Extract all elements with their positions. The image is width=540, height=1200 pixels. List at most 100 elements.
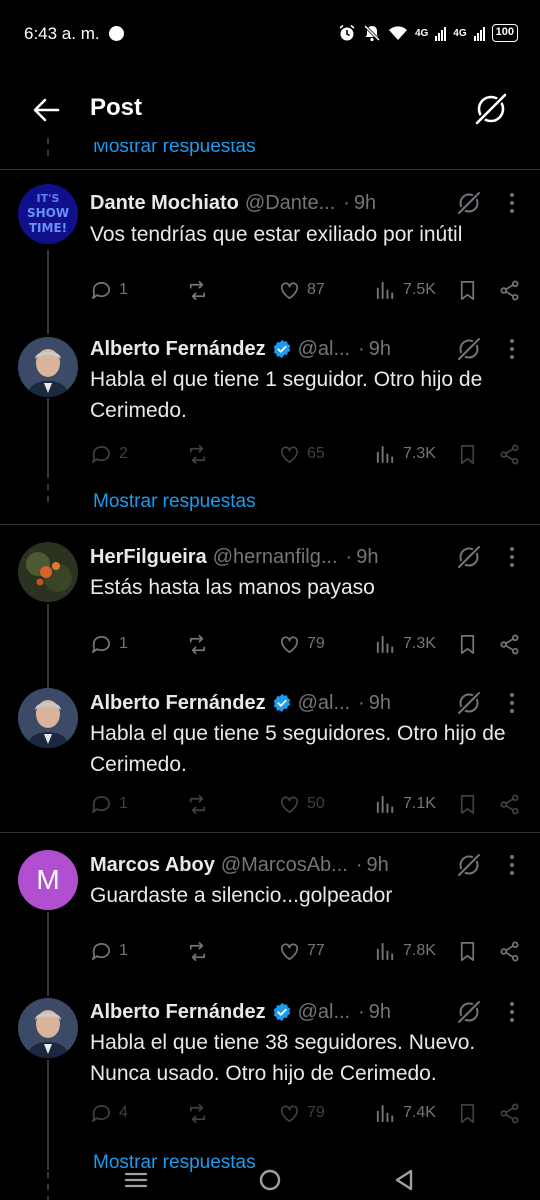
- repost-icon: [189, 444, 206, 464]
- action-bar: 1 79 7.3K: [90, 630, 530, 658]
- like-button[interactable]: 87: [278, 276, 325, 304]
- more-options-icon[interactable]: [508, 192, 516, 214]
- bookmark-button[interactable]: [456, 630, 479, 658]
- timestamp[interactable]: 9h: [369, 1001, 391, 1024]
- reply-icon: [92, 635, 110, 653]
- avatar[interactable]: [18, 542, 78, 602]
- views-button[interactable]: 7.4K: [374, 1099, 436, 1127]
- grok-icon[interactable]: [456, 336, 482, 362]
- reply-count: 1: [119, 281, 128, 298]
- more-options-icon[interactable]: [508, 692, 516, 714]
- grok-icon[interactable]: [456, 999, 482, 1025]
- share-button[interactable]: [498, 790, 521, 818]
- tweet-text: Habla el que tiene 1 seguidor. Otro hijo…: [90, 368, 483, 422]
- app-header: Post: [0, 80, 540, 138]
- grok-icon[interactable]: [456, 544, 482, 570]
- author-name[interactable]: HerFilgueira: [90, 546, 207, 569]
- timestamp[interactable]: 9h: [356, 546, 378, 569]
- network-4g-label: 4G: [414, 27, 429, 39]
- repost-button[interactable]: [186, 440, 209, 468]
- reply-button[interactable]: 4: [90, 1099, 128, 1127]
- timestamp[interactable]: 9h: [367, 854, 389, 877]
- timestamp[interactable]: 9h: [369, 692, 391, 715]
- separator-dot: ·: [358, 691, 365, 714]
- back-nav-icon[interactable]: [390, 1166, 418, 1194]
- alarm-icon: [339, 24, 355, 41]
- like-button[interactable]: 79: [278, 1099, 325, 1127]
- like-button[interactable]: 50: [278, 790, 325, 818]
- views-icon: [376, 445, 394, 463]
- author-handle[interactable]: @al...: [298, 1001, 351, 1024]
- views-button[interactable]: 7.3K: [374, 440, 436, 468]
- author-handle[interactable]: @al...: [298, 692, 351, 715]
- views-button[interactable]: 7.3K: [374, 630, 436, 658]
- like-button[interactable]: 77: [278, 937, 325, 965]
- repost-button[interactable]: [186, 937, 209, 965]
- more-options-icon[interactable]: [508, 854, 516, 876]
- share-button[interactable]: [498, 440, 521, 468]
- bookmark-button[interactable]: [456, 276, 479, 304]
- reply-button[interactable]: 1: [90, 937, 128, 965]
- share-icon: [500, 444, 519, 464]
- repost-button[interactable]: [186, 1099, 209, 1127]
- home-icon[interactable]: [256, 1166, 284, 1194]
- reply-button[interactable]: 1: [90, 276, 128, 304]
- like-button[interactable]: 65: [278, 440, 325, 468]
- mute-bell-icon: [363, 24, 381, 42]
- avatar[interactable]: [18, 688, 78, 748]
- share-button[interactable]: [498, 1099, 521, 1127]
- share-button[interactable]: [498, 937, 521, 965]
- verified-badge-icon: [273, 339, 290, 359]
- views-button[interactable]: 7.8K: [374, 937, 436, 965]
- show-replies-link[interactable]: Mostrar respuestas: [93, 491, 256, 513]
- views-button[interactable]: 7.5K: [374, 276, 436, 304]
- author-name[interactable]: Alberto Fernández: [90, 1001, 266, 1024]
- reply-button[interactable]: 1: [90, 790, 128, 818]
- bookmark-icon: [460, 1103, 475, 1123]
- avatar[interactable]: [18, 998, 78, 1058]
- author-name[interactable]: Alberto Fernández: [90, 338, 266, 361]
- grok-icon[interactable]: [472, 90, 510, 128]
- reply-button[interactable]: 1: [90, 630, 128, 658]
- repost-button[interactable]: [186, 790, 209, 818]
- bookmark-button[interactable]: [456, 937, 479, 965]
- like-button[interactable]: 79: [278, 630, 325, 658]
- repost-button[interactable]: [186, 276, 209, 304]
- more-options-icon[interactable]: [508, 338, 516, 360]
- show-replies-link-top[interactable]: Mostrar respuestas: [93, 142, 256, 156]
- timestamp[interactable]: 9h: [354, 192, 376, 215]
- messenger-icon: [109, 26, 124, 41]
- repost-icon: [189, 794, 206, 814]
- more-options-icon[interactable]: [508, 546, 516, 568]
- bookmark-button[interactable]: [456, 790, 479, 818]
- author-name[interactable]: Dante Mochiato: [90, 192, 239, 215]
- share-icon: [500, 794, 519, 814]
- author-handle[interactable]: @MarcosAb...: [221, 854, 348, 877]
- share-button[interactable]: [498, 630, 521, 658]
- bookmark-button[interactable]: [456, 440, 479, 468]
- status-time: 6:43 a. m.: [24, 24, 100, 43]
- grok-icon[interactable]: [456, 852, 482, 878]
- avatar[interactable]: [18, 337, 78, 397]
- author-name[interactable]: Alberto Fernández: [90, 692, 266, 715]
- thread-dots: [47, 484, 49, 508]
- author-handle[interactable]: @Dante...: [245, 192, 335, 215]
- grok-icon[interactable]: [456, 690, 482, 716]
- divider: [0, 169, 540, 170]
- recents-icon[interactable]: [122, 1166, 150, 1194]
- separator-dot: ·: [358, 1000, 365, 1023]
- repost-button[interactable]: [186, 630, 209, 658]
- more-options-icon[interactable]: [508, 1001, 516, 1023]
- author-handle[interactable]: @hernanfilg...: [213, 546, 338, 569]
- reply-button[interactable]: 2: [90, 440, 128, 468]
- avatar[interactable]: M: [18, 850, 78, 910]
- author-handle[interactable]: @al...: [298, 338, 351, 361]
- views-button[interactable]: 7.1K: [374, 790, 436, 818]
- back-arrow-icon[interactable]: [30, 94, 62, 126]
- avatar[interactable]: IT'S SHOW TIME!: [18, 184, 78, 244]
- author-name[interactable]: Marcos Aboy: [90, 854, 215, 877]
- grok-icon[interactable]: [456, 190, 482, 216]
- bookmark-button[interactable]: [456, 1099, 479, 1127]
- timestamp[interactable]: 9h: [369, 338, 391, 361]
- share-button[interactable]: [498, 276, 521, 304]
